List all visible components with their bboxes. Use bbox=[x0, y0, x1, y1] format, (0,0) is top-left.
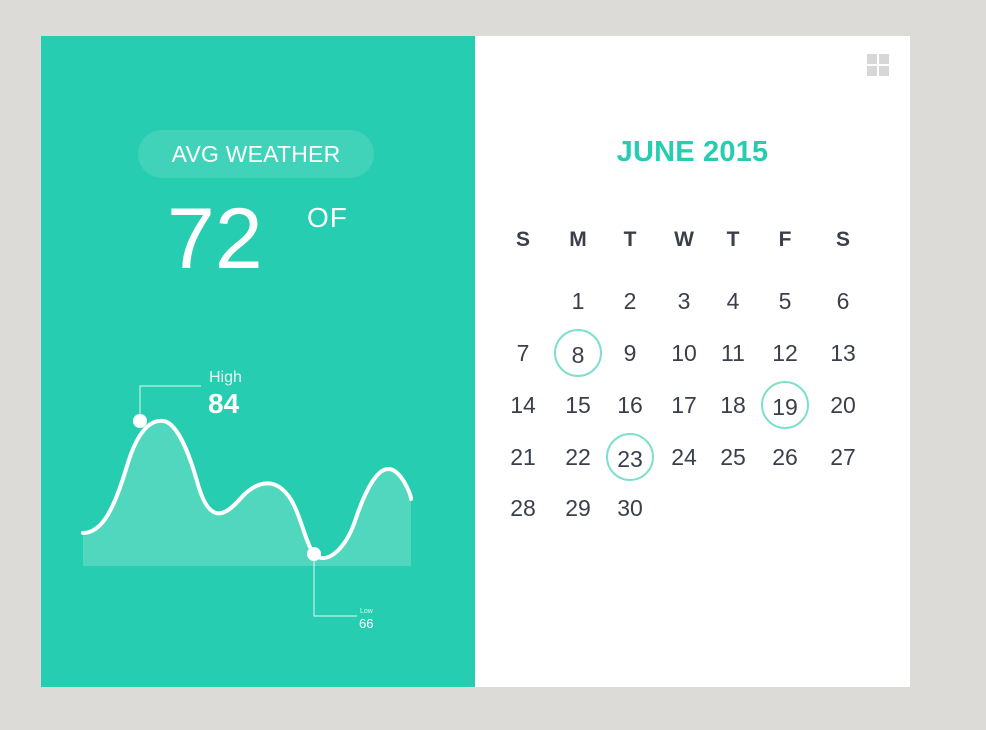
calendar-date-3[interactable]: 3 bbox=[660, 277, 708, 325]
calendar-date-6[interactable]: 6 bbox=[819, 277, 867, 325]
calendar-date-27[interactable]: 27 bbox=[819, 433, 867, 481]
calendar-date-16[interactable]: 16 bbox=[606, 381, 654, 429]
weekday-label: S bbox=[835, 228, 850, 251]
high-value: 84 bbox=[208, 388, 240, 419]
weekday-label: W bbox=[674, 228, 694, 251]
calendar-date-15[interactable]: 15 bbox=[554, 381, 602, 429]
calendar-date-21[interactable]: 21 bbox=[499, 433, 547, 481]
weekday-label: T bbox=[726, 228, 740, 251]
calendar-panel: JUNE 2015 SMTWTFS 1 2 3 4 5 6 7 8 9 10 11 12 13 14 15 1… bbox=[475, 36, 910, 687]
calendar-date-1[interactable]: 1 bbox=[554, 277, 602, 325]
calendar-date-12[interactable]: 12 bbox=[761, 329, 809, 377]
high-point[interactable] bbox=[133, 414, 147, 428]
low-label: Low bbox=[360, 608, 374, 615]
calendar-date-5[interactable]: 5 bbox=[761, 277, 809, 325]
calendar-date-2[interactable]: 2 bbox=[606, 277, 654, 325]
calendar-month-title: JUNE 2015 bbox=[616, 136, 769, 168]
temperature-wave-chart: High 84 Low 66 bbox=[81, 369, 413, 631]
grid-icon-square bbox=[867, 54, 877, 64]
grid-icon-square bbox=[879, 54, 889, 64]
low-value: 66 bbox=[359, 616, 373, 631]
calendar-date-26[interactable]: 26 bbox=[761, 433, 809, 481]
calendar-date-10[interactable]: 10 bbox=[660, 329, 708, 377]
weather-panel: AVG WEATHER 72 OF High 84 Low 66 bbox=[41, 36, 475, 687]
weather-calendar-card: AVG WEATHER 72 OF High 84 Low 66 JUNE 20… bbox=[41, 36, 910, 687]
weekday-header: SMTWTFS bbox=[475, 224, 910, 254]
calendar-date-20[interactable]: 20 bbox=[819, 381, 867, 429]
calendar-date-23[interactable]: 23 bbox=[606, 433, 654, 481]
calendar-date-25[interactable]: 25 bbox=[709, 433, 757, 481]
high-leader-line bbox=[139, 385, 201, 421]
calendar-date-24[interactable]: 24 bbox=[660, 433, 708, 481]
calendar-date-11[interactable]: 11 bbox=[709, 329, 757, 377]
weekday-label: F bbox=[778, 228, 792, 251]
calendar-date-14[interactable]: 14 bbox=[499, 381, 547, 429]
calendar-date-4[interactable]: 4 bbox=[709, 277, 757, 325]
calendar-date-9[interactable]: 9 bbox=[606, 329, 654, 377]
calendar-date-30[interactable]: 30 bbox=[606, 484, 654, 532]
calendar-date-13[interactable]: 13 bbox=[819, 329, 867, 377]
grid-icon-square bbox=[867, 66, 877, 76]
grid-icon[interactable] bbox=[867, 54, 889, 76]
calendar-date-22[interactable]: 22 bbox=[554, 433, 602, 481]
calendar-date-19[interactable]: 19 bbox=[761, 381, 809, 429]
weekday-label: M bbox=[569, 228, 587, 251]
weekday-label: S bbox=[515, 228, 530, 251]
calendar-date-28[interactable]: 28 bbox=[499, 484, 547, 532]
calendar-date-29[interactable]: 29 bbox=[554, 484, 602, 532]
weekday-label: T bbox=[623, 228, 637, 251]
calendar-date-18[interactable]: 18 bbox=[709, 381, 757, 429]
calendar-date-7[interactable]: 7 bbox=[499, 329, 547, 377]
low-point[interactable] bbox=[307, 547, 321, 561]
grid-icon-square bbox=[879, 66, 889, 76]
high-label: High bbox=[209, 369, 242, 386]
calendar-date-8[interactable]: 8 bbox=[554, 329, 602, 377]
calendar-date-17[interactable]: 17 bbox=[660, 381, 708, 429]
